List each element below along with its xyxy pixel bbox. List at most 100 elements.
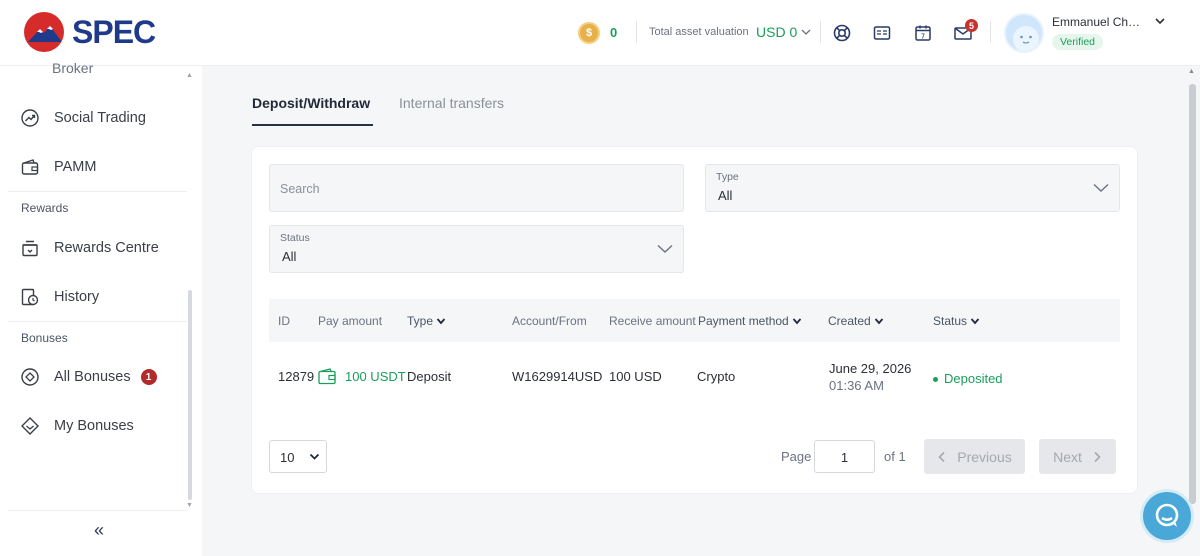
collapse-sidebar-button[interactable]: « [94,520,104,541]
bonus-count-badge: 1 [140,369,157,385]
column-header-pay-amount: Pay amount [318,314,383,328]
id-card-icon[interactable] [872,23,892,43]
status-dot [933,377,938,383]
previous-button[interactable]: Previous [924,439,1025,474]
sidebar-item-rewards-centre[interactable]: Rewards Centre [20,238,159,258]
page-scrollbar[interactable] [1189,84,1196,504]
column-label: Status [933,314,968,328]
sidebar-item-label: Rewards Centre [54,240,159,256]
cell-receive-amount: 100 USD [609,369,662,384]
column-label: Created [828,314,871,328]
cell-pay-amount: 100 USDT [345,369,406,384]
chevron-left-icon [938,451,945,462]
support-icon[interactable] [832,23,852,43]
live-chat-button[interactable] [1140,489,1194,543]
status-select[interactable]: Status All [269,225,684,273]
asset-valuation-value: USD 0 [756,24,798,40]
next-label: Next [1053,448,1082,465]
sidebar-item-my-bonuses[interactable]: My Bonuses [20,416,134,436]
mail-badge: 5 [965,19,978,32]
search-placeholder: Search [280,182,320,196]
cell-created-date: June 29, 2026 [829,361,912,376]
sidebar-item-label: Social Trading [54,110,146,126]
sidebar-item-label: History [54,289,100,305]
table-header: ID Pay amount Type Account/From Receive … [269,299,1120,342]
chevron-down-icon[interactable] [1153,14,1167,28]
spec-logo[interactable]: SPEC [24,12,156,52]
type-select[interactable]: Type All [705,164,1120,212]
page-size-value: 10 [280,450,295,465]
verified-badge: Verified [1052,34,1104,50]
page-number-input[interactable]: 1 [814,440,875,473]
avatar[interactable] [1004,13,1044,53]
sidebar-scrollbar[interactable] [188,290,192,500]
cell-payment-method: Crypto [697,369,736,384]
cell-id: 12879 [278,369,315,384]
sidebar-item-pamm[interactable]: PAMM [20,157,96,177]
avatar-face-icon [1013,26,1039,51]
svg-text:7: 7 [921,33,925,41]
coin-count: 0 [610,25,618,40]
cell-status: Deposited [933,371,1003,386]
chat-bubble-icon [1155,503,1179,527]
type-value: All [718,188,733,203]
status-text: Deposited [944,371,1003,386]
diamond-icon [21,417,39,435]
sort-chevron-icon [874,318,883,325]
column-label: Type [407,314,434,328]
column-header-receive-amount: Receive amount [609,314,696,328]
divider [8,510,187,511]
divider [636,21,637,43]
next-button[interactable]: Next [1039,439,1116,474]
column-header-status[interactable]: Status [933,314,980,328]
cell-type: Deposit [407,369,452,384]
sidebar-item-all-bonuses[interactable]: All Bonuses 1 [20,367,157,387]
coin-icon[interactable]: $ [578,22,600,44]
scroll-up-arrow[interactable]: ▲ [186,72,193,79]
column-header-account-from: Account/From [512,314,587,328]
sort-chevron-icon [436,318,446,325]
tab-deposit-withdraw[interactable]: Deposit/Withdraw [252,95,370,111]
asset-valuation-dropdown[interactable]: USD 0 [756,24,811,40]
chevron-right-icon [1094,451,1101,462]
sidebar-item-label: PAMM [54,159,97,175]
sort-chevron-icon [792,318,801,325]
wallet-icon [21,159,39,175]
divider [8,191,187,192]
chevron-down-icon [309,453,320,460]
previous-label: Previous [957,448,1012,465]
sidebar-item-broker[interactable]: Broker [52,60,93,76]
column-header-created[interactable]: Created [828,314,884,328]
sidebar-item-social-trading[interactable]: Social Trading [20,108,146,128]
page-size-select[interactable]: 10 [269,440,327,473]
brand-name: SPEC [72,13,156,50]
column-header-payment-method[interactable]: Payment method [698,314,802,328]
sidebar-item-history[interactable]: History [20,287,99,307]
cell-account: W1629914USD [512,369,603,384]
chevron-down-icon [1093,183,1109,192]
search-input[interactable]: Search [269,164,684,212]
gift-box-icon [22,240,38,257]
divider [8,321,187,322]
sidebar-item-label: All Bonuses [54,369,131,385]
asset-valuation-label: Total asset valuation [649,26,749,38]
page-total: of 1 [884,449,906,464]
column-header-type[interactable]: Type [407,314,446,328]
sidebar-item-label: My Bonuses [54,418,134,434]
sort-chevron-icon [970,318,980,325]
section-label-bonuses: Bonuses [21,331,68,345]
mountain-logo-icon [24,12,64,52]
calendar-icon[interactable]: 7 [913,23,933,43]
tab-internal-transfers[interactable]: Internal transfers [399,95,504,111]
trending-up-icon [21,109,39,127]
scroll-up-arrow[interactable]: ▲ [1188,68,1195,75]
wallet-icon [318,368,336,385]
column-label: Payment method [698,314,789,328]
user-name[interactable]: Emmanuel Chin... [1052,15,1142,29]
status-label: Status [280,232,310,244]
sidebar: Broker ▲ Social Trading PAMM Rewards Rew… [0,60,202,556]
divider [990,21,991,43]
type-label: Type [716,171,739,183]
scroll-down-arrow[interactable]: ▼ [186,502,193,509]
top-header: SPEC $ 0 Total asset valuation USD 0 7 5… [0,0,1200,66]
